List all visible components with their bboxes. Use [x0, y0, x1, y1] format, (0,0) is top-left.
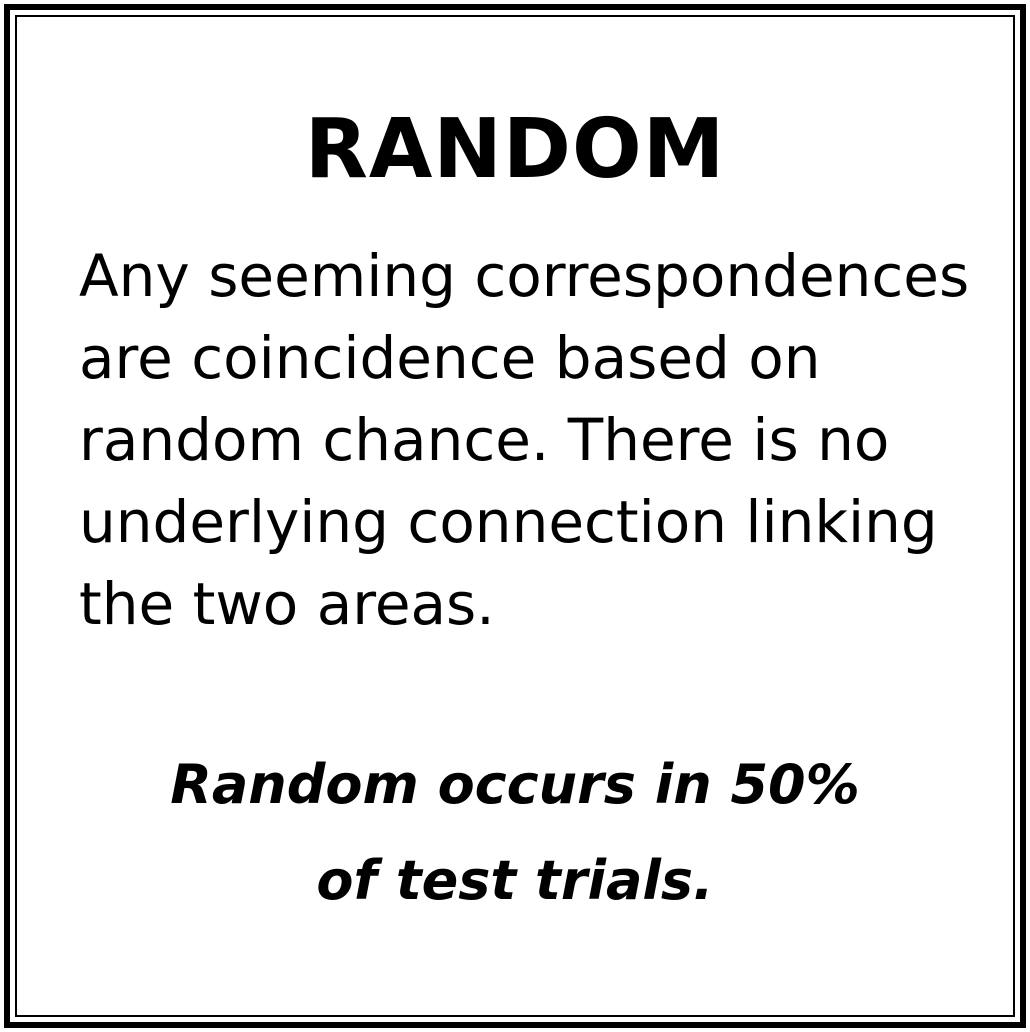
card-note: Random occurs in 50% of test trials.: [17, 737, 1013, 929]
info-card: RANDOM Any seeming correspondences are c…: [4, 4, 1026, 1028]
card-title: RANDOM: [304, 102, 726, 197]
card-inner-border: RANDOM Any seeming correspondences are c…: [15, 15, 1015, 1017]
card-note-line-2: of test trials.: [316, 849, 714, 912]
card-note-line-1: Random occurs in 50%: [170, 753, 860, 816]
card-description: Any seeming correspondences are coincide…: [79, 242, 970, 638]
